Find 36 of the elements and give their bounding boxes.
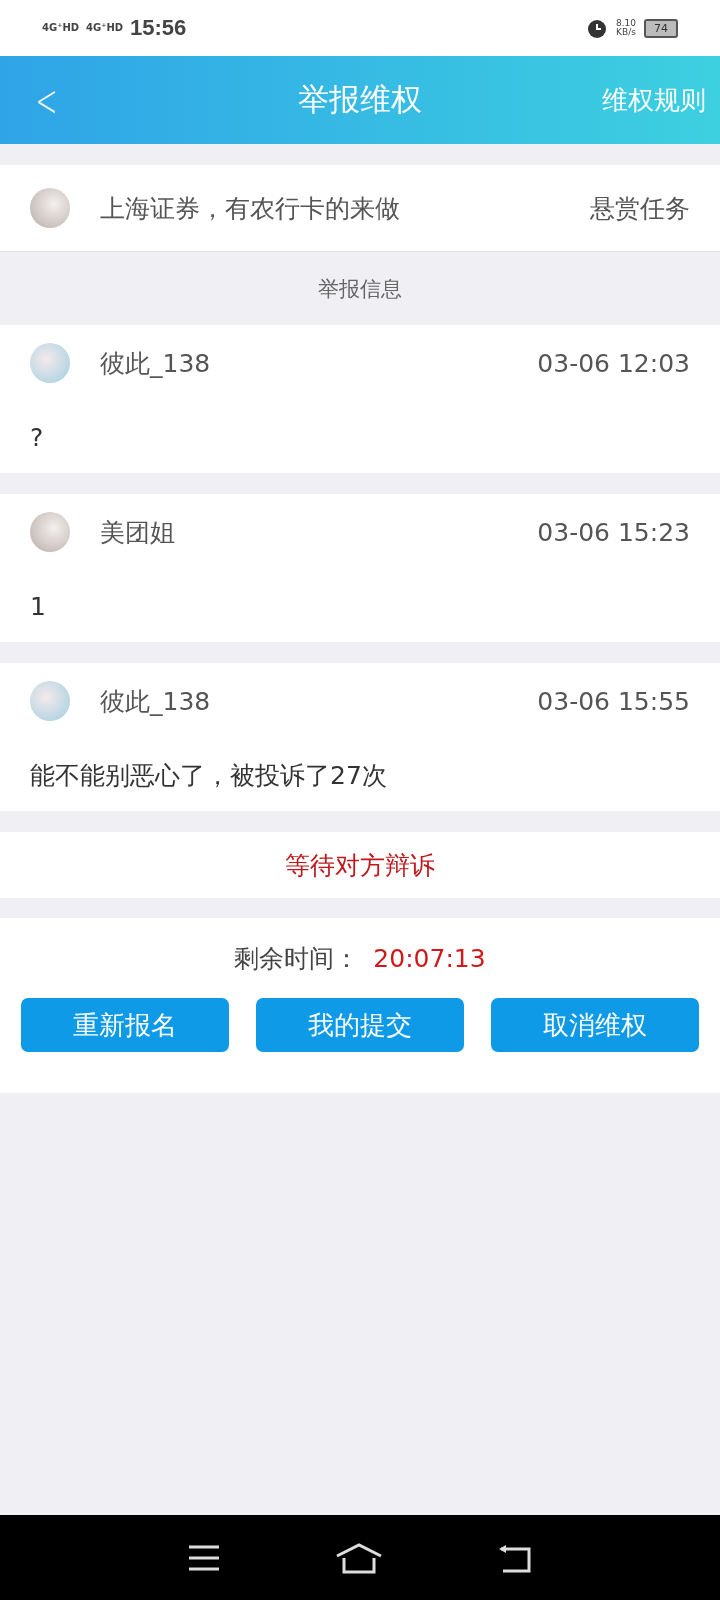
speed-value: 8.10 bbox=[615, 19, 636, 28]
status-time: 15:56 bbox=[130, 15, 187, 41]
menu-icon[interactable] bbox=[187, 1543, 221, 1572]
user-name: 美团姐 bbox=[100, 516, 176, 549]
speed-unit: KB/s bbox=[616, 28, 636, 37]
back-icon[interactable] bbox=[497, 1542, 533, 1573]
status-text: 等待对方辩诉 bbox=[285, 849, 435, 882]
battery-indicator: 74 bbox=[644, 18, 678, 38]
network-label: 4G⁺HD bbox=[42, 23, 78, 33]
action-button[interactable]: 我的提交 bbox=[256, 998, 464, 1052]
post-time: 03-06 12:03 bbox=[537, 348, 690, 378]
post-text: 1 bbox=[30, 590, 46, 623]
task-title: 上海证券，有农行卡的来做 bbox=[100, 192, 401, 225]
task-card[interactable]: 上海证券，有农行卡的来做 悬赏任务 bbox=[0, 165, 720, 252]
rules-link[interactable]: 维权规则 bbox=[602, 82, 706, 118]
action-button[interactable]: 取消维权 bbox=[491, 998, 699, 1052]
network-label: 4G⁺HD bbox=[86, 23, 122, 33]
user-name: 彼此_138 bbox=[100, 685, 212, 718]
task-type: 悬赏任务 bbox=[590, 192, 690, 225]
avatar bbox=[30, 188, 70, 228]
post-time: 03-06 15:23 bbox=[537, 517, 690, 547]
page-title: 举报维权 bbox=[298, 80, 422, 119]
countdown-label: 剩余时间： bbox=[234, 942, 360, 975]
section-label: 举报信息 bbox=[318, 275, 402, 303]
avatar bbox=[30, 343, 70, 383]
countdown-value: 20:07:13 bbox=[373, 943, 486, 973]
alarm-clock-icon bbox=[585, 17, 608, 39]
post-time: 03-06 15:55 bbox=[537, 686, 690, 716]
action-button[interactable]: 重新报名 bbox=[21, 998, 229, 1052]
post-text: 能不能别恶心了，被投诉了27次 bbox=[30, 759, 387, 792]
user-name: 彼此_138 bbox=[100, 347, 212, 380]
avatar bbox=[30, 681, 70, 721]
home-icon[interactable] bbox=[335, 1541, 383, 1574]
avatar bbox=[30, 512, 70, 552]
back-button[interactable]: < bbox=[35, 74, 58, 126]
post-text: ? bbox=[30, 421, 44, 454]
